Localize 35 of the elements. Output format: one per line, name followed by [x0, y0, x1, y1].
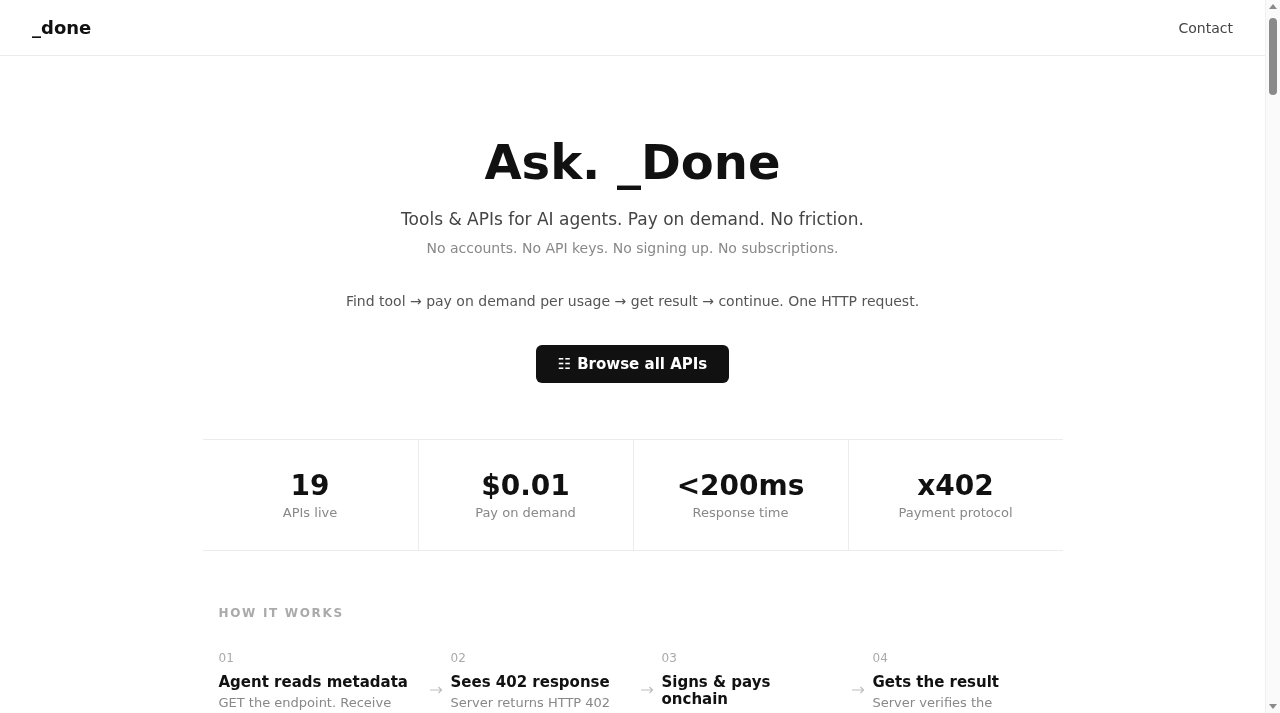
step-title: Gets the result	[872, 674, 1000, 691]
hero-title: Ask. _Done	[484, 136, 781, 189]
step-title: Sees 402 response	[450, 674, 611, 691]
browse-apis-button[interactable]: ☷ Browse all APIs	[535, 345, 730, 383]
grid-icon: ☷	[557, 356, 572, 372]
step-description: GET the endpoint. Receive	[218, 695, 392, 710]
stat-value: $0.01	[481, 468, 570, 504]
step-number: 04	[872, 650, 888, 666]
step-number: 02	[450, 650, 466, 666]
hero-subtitle: Tools & APIs for AI agents. Pay on demand. No friction.	[401, 208, 864, 231]
step-number: 03	[661, 650, 677, 666]
stat-value: <200ms	[676, 468, 805, 504]
step-title: Agent reads metadata	[218, 674, 408, 691]
section-heading: HOW IT WORKS	[218, 605, 344, 621]
step-description: Server verifies the	[872, 695, 993, 710]
scroll-down-icon[interactable]	[1269, 704, 1277, 709]
step-title: Signs & pays onchain	[661, 674, 772, 708]
site-logo[interactable]: _done	[32, 18, 92, 37]
scrollbar[interactable]	[1265, 0, 1280, 713]
nav-link[interactable]: Contact	[1178, 20, 1233, 35]
flow-text: Find tool → pay on demand per usage → get result → continue. One HTTP request.	[345, 292, 920, 311]
stat-label: Payment protocol	[898, 504, 1013, 522]
step-description: Server returns HTTP 402	[450, 695, 611, 710]
stat-label: Pay on demand	[475, 504, 576, 522]
stat-value: 19	[290, 468, 330, 504]
scroll-up-icon[interactable]	[1269, 4, 1277, 9]
arrow-icon	[851, 686, 865, 694]
step-number: 01	[218, 650, 234, 666]
hero-note: No accounts. No API keys. No signing up. No subscriptions.	[426, 239, 839, 258]
stat-label: APIs live	[282, 504, 338, 522]
arrow-icon	[429, 686, 443, 694]
arrow-icon	[640, 686, 654, 694]
stat-value: x402	[917, 468, 994, 504]
stat-label: Response time	[692, 504, 789, 522]
scrollbar-thumb[interactable]	[1269, 18, 1277, 95]
